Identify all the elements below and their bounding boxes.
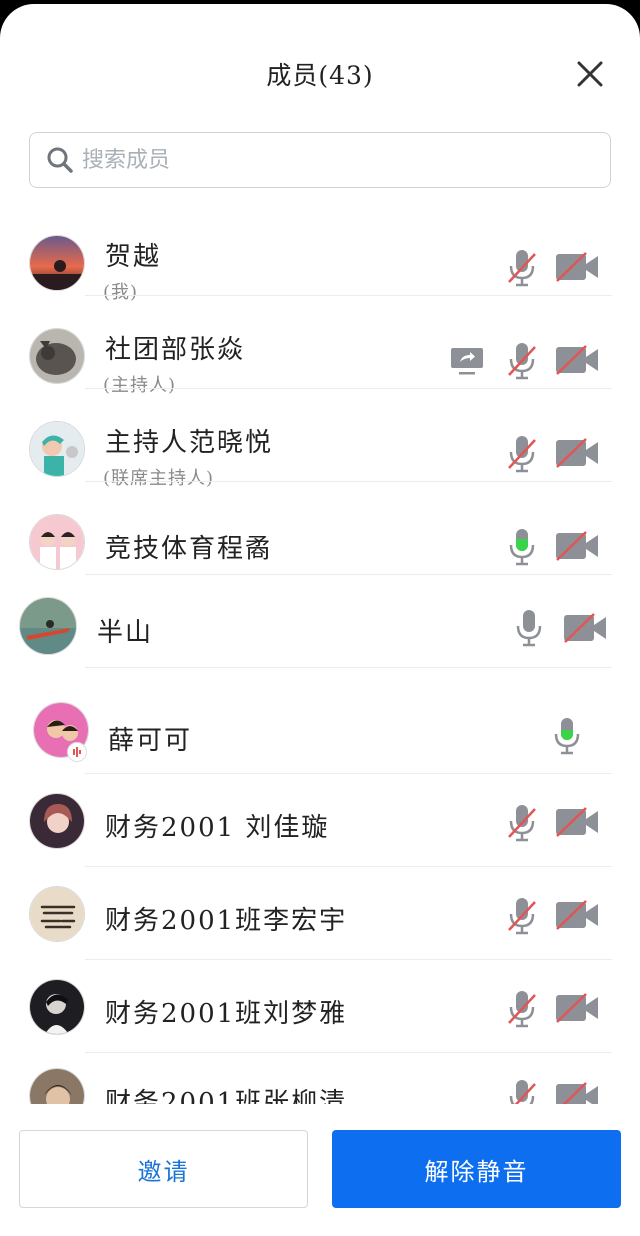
member-name: 社团部张焱 [105,335,246,365]
mic-muted-icon[interactable] [505,1078,539,1104]
camera-off-icon[interactable] [555,993,599,1023]
row-divider [85,667,612,668]
avatar [29,514,85,570]
member-name: 贺越 [105,242,162,272]
search-bar[interactable] [29,132,611,188]
member-row[interactable]: 社团部张焱 (主持人) [0,297,640,396]
member-row[interactable]: 主持人范晓悦 (联席主持人) [0,390,640,489]
mic-muted-icon[interactable] [505,896,539,936]
mic-muted-icon[interactable] [505,803,539,843]
avatar [29,793,85,849]
member-row[interactable]: 贺越 (我) [0,204,640,303]
row-divider [85,295,612,296]
avatar [19,597,77,655]
member-name: 财务2001班张柳清 [105,1088,348,1104]
row-divider [85,574,612,575]
row-divider [85,388,612,389]
member-name: 财务2001班李宏宇 [105,906,348,936]
avatar [29,421,85,477]
members-panel: 成员(43) 搜索成员 贺越 (我) 社团部张焱 (主持人) 主持人范晓悦 (联… [0,4,640,1236]
mic-active-icon[interactable] [505,527,539,567]
member-name: 竞技体育程矞 [105,534,274,564]
member-name: 主持人范晓悦 [105,428,274,458]
mic-on-icon[interactable] [512,608,546,648]
camera-off-icon[interactable] [555,438,599,468]
avatar [29,328,85,384]
mic-muted-icon[interactable] [505,341,539,381]
search-input[interactable] [82,140,610,180]
avatar [29,886,85,942]
member-name: 薛可可 [108,726,193,756]
avatar [29,979,85,1035]
close-button[interactable] [572,56,608,92]
avatar [29,1068,85,1104]
member-row[interactable]: 竞技体育程矞 [0,483,640,575]
row-divider [85,959,612,960]
member-row[interactable]: 财务2001 刘佳璇 [0,775,640,867]
row-divider [85,481,612,482]
camera-off-icon[interactable] [563,613,607,643]
screen-share-icon[interactable] [450,347,484,377]
camera-off-icon[interactable] [555,252,599,282]
member-name: 财务2001班刘梦雅 [105,999,348,1029]
member-name: 半山 [97,618,154,648]
camera-off-icon[interactable] [555,807,599,837]
member-row[interactable]: 财务2001班刘梦雅 [0,961,640,1053]
speaking-indicator-icon [67,742,87,762]
row-divider [85,773,612,774]
member-list[interactable]: 贺越 (我) 社团部张焱 (主持人) 主持人范晓悦 (联席主持人) 竞技体育程矞… [0,204,640,1104]
camera-off-icon[interactable] [555,900,599,930]
row-divider [85,1052,612,1053]
member-row[interactable]: 薛可可 [0,682,640,774]
panel-title: 成员(43) [266,61,374,90]
member-row[interactable]: 半山 [0,576,640,668]
close-icon [577,61,603,87]
mic-muted-icon[interactable] [505,989,539,1029]
member-name: 财务2001 刘佳璇 [105,813,330,843]
action-footer: 邀请 解除静音 [0,1104,640,1236]
member-row[interactable]: 财务2001班张柳清 [0,1054,640,1104]
panel-header: 成员(43) [0,4,640,124]
mic-muted-icon[interactable] [505,248,539,288]
camera-off-icon[interactable] [555,345,599,375]
member-row[interactable]: 财务2001班李宏宇 [0,868,640,960]
invite-button[interactable]: 邀请 [19,1130,308,1208]
avatar [29,235,85,291]
camera-off-icon[interactable] [555,1082,599,1104]
search-icon [46,145,76,175]
mic-muted-icon[interactable] [505,434,539,474]
row-divider [85,866,612,867]
unmute-all-button[interactable]: 解除静音 [332,1130,621,1208]
mic-active-icon[interactable] [550,716,584,756]
camera-off-icon[interactable] [555,531,599,561]
